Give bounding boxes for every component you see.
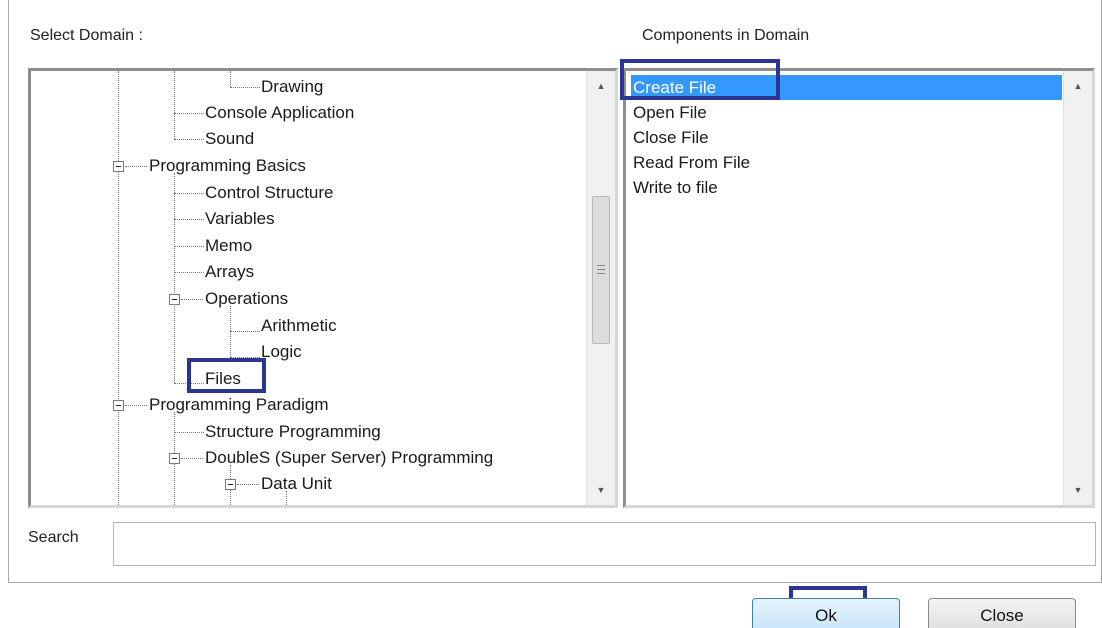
grip-icon — [597, 265, 605, 274]
tree-connector — [118, 71, 119, 505]
ok-button[interactable]: Ok — [752, 598, 900, 628]
tree-connector — [125, 166, 147, 167]
tree-item-variables[interactable]: Variables — [205, 207, 275, 231]
tree-item-control-structure[interactable]: Control Structure — [205, 181, 334, 205]
tree-item-programming-basics[interactable]: Programming Basics — [149, 154, 306, 178]
search-label: Search — [28, 529, 79, 546]
tree-connector — [230, 331, 260, 332]
tree-connector — [174, 139, 204, 140]
list-item-create-file[interactable]: Create File — [631, 75, 1062, 100]
tree-connector — [174, 432, 204, 433]
collapse-toggle-icon[interactable] — [225, 479, 236, 490]
tree-item-data-unit[interactable]: Data Unit — [261, 472, 332, 496]
tree-item-drawing[interactable]: Drawing — [261, 75, 323, 99]
components-in-domain-label: Components in Domain — [642, 27, 810, 44]
domain-tree[interactable]: Drawing Console Application Sound Progra… — [28, 68, 618, 508]
tree-connector — [174, 113, 204, 114]
tree-connector — [174, 173, 175, 383]
tree-item-structure-programming[interactable]: Structure Programming — [205, 420, 381, 444]
scroll-down-arrow-icon[interactable]: ▼ — [1064, 479, 1092, 501]
list-item-close-file[interactable]: Close File — [631, 125, 709, 150]
tree-item-memo[interactable]: Memo — [205, 234, 252, 258]
tree-item-arrays[interactable]: Arrays — [205, 260, 254, 284]
collapse-toggle-icon[interactable] — [169, 294, 180, 305]
tree-connector — [174, 383, 204, 384]
tree-item-console-application[interactable]: Console Application — [205, 101, 354, 125]
collapse-toggle-icon[interactable] — [113, 161, 124, 172]
collapse-toggle-icon[interactable] — [169, 453, 180, 464]
tree-item-programming-paradigm[interactable]: Programming Paradigm — [149, 393, 329, 417]
list-item-open-file[interactable]: Open File — [631, 100, 707, 125]
tree-connector — [174, 71, 175, 139]
tree-connector — [125, 405, 147, 406]
tree-item-files[interactable]: Files — [205, 367, 241, 391]
components-list[interactable]: Create File Open File Close File Read Fr… — [623, 68, 1095, 508]
tree-scrollbar[interactable]: ▲ ▼ — [586, 71, 615, 505]
tree-connector — [181, 458, 203, 459]
domain-tree-content: Drawing Console Application Sound Progra… — [31, 71, 586, 505]
components-scrollbar[interactable]: ▲ ▼ — [1063, 71, 1092, 505]
tree-connector — [230, 357, 260, 358]
tree-connector — [230, 87, 260, 88]
tree-item-sound[interactable]: Sound — [205, 127, 254, 151]
close-button[interactable]: Close — [928, 598, 1076, 628]
list-item-write-to-file[interactable]: Write to file — [631, 175, 718, 200]
tree-connector — [174, 272, 204, 273]
scroll-up-arrow-icon[interactable]: ▲ — [587, 75, 615, 97]
collapse-toggle-icon[interactable] — [113, 400, 124, 411]
tree-item-logic[interactable]: Logic — [261, 340, 302, 364]
scrollbar-thumb[interactable] — [592, 196, 610, 344]
tree-item-arithmetic[interactable]: Arithmetic — [261, 314, 337, 338]
tree-item-doubles-programming[interactable]: DoubleS (Super Server) Programming — [205, 446, 493, 470]
select-domain-label: Select Domain : — [30, 27, 143, 44]
tree-connector — [174, 193, 204, 194]
list-item-read-from-file[interactable]: Read From File — [631, 150, 750, 175]
tree-item-operations[interactable]: Operations — [205, 287, 288, 311]
search-input[interactable] — [113, 522, 1096, 566]
tree-connector — [174, 246, 204, 247]
tree-connector — [230, 71, 231, 87]
tree-connector — [181, 299, 203, 300]
tree-connector — [237, 484, 259, 485]
scroll-up-arrow-icon[interactable]: ▲ — [1064, 75, 1092, 97]
tree-connector — [174, 219, 204, 220]
scroll-down-arrow-icon[interactable]: ▼ — [587, 479, 615, 501]
